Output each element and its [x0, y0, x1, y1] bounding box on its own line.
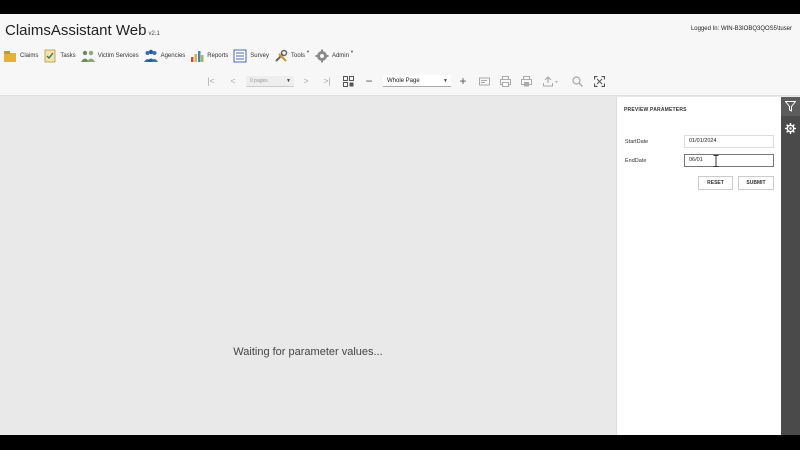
highlight-icon[interactable] [478, 75, 490, 87]
tools-icon [275, 49, 288, 62]
claims-icon [4, 51, 16, 62]
reports-icon [191, 51, 204, 62]
zoom-select-value: Whole Page [387, 78, 420, 84]
nav-victim-services[interactable]: Victim Services [80, 46, 139, 66]
chevron-down-icon: ▼ [306, 48, 310, 54]
agencies-icon [143, 49, 158, 62]
nav-survey[interactable]: Survey [233, 46, 269, 66]
fullscreen-icon[interactable] [593, 75, 605, 87]
filter-icon [785, 101, 796, 112]
report-viewer: Waiting for parameter values... [0, 97, 616, 435]
page-select[interactable]: 0 pages ▼ [246, 76, 294, 87]
nav-reports-label: Reports [207, 53, 229, 59]
nav-tools[interactable]: Tools ▼ [274, 46, 310, 66]
nav-reports[interactable]: Reports [190, 46, 228, 66]
nav-agencies-label: Agencies [160, 53, 186, 59]
chevron-down-icon: ▼ [443, 78, 448, 84]
header: ClaimsAssistant Web v2.1 Logged In: WIN-B… [0, 14, 800, 46]
end-date-label: EndDate [625, 158, 647, 164]
nav-claims[interactable]: Claims [3, 46, 38, 66]
first-page-icon[interactable]: |< [205, 75, 217, 87]
report-toolbar: |< < 0 pages ▼ > >| − Whole Page ▼ + [0, 66, 800, 96]
settings-button[interactable] [781, 119, 800, 138]
app-version: v2.1 [148, 31, 160, 37]
nav-admin[interactable]: Admin ▼ [315, 46, 354, 66]
prev-page-icon[interactable]: < [227, 75, 239, 87]
print-icon[interactable] [499, 75, 511, 87]
nav-survey-label: Survey [250, 53, 269, 59]
page-select-value: 0 pages [250, 78, 268, 84]
screen-bottom-bar [0, 435, 800, 450]
app-window: ClaimsAssistant Web v2.1 Logged In: WIN-B… [0, 14, 800, 435]
export-icon[interactable] [542, 75, 560, 87]
victim-services-icon [80, 50, 95, 62]
app-title-text: ClaimsAssistant Web [5, 22, 147, 39]
app-title: ClaimsAssistant Web v2.1 [5, 22, 160, 39]
side-rail [781, 97, 800, 435]
main-nav: Claims Tasks Victim Services Agencies Re… [0, 46, 800, 66]
parameters-panel: PREVIEW PARAMETERS StartDate 01/01/2024 … [616, 97, 781, 435]
end-date-input[interactable]: 06/01 [684, 154, 774, 167]
zoom-out-icon[interactable]: − [363, 74, 375, 88]
nav-tasks-label: Tasks [60, 53, 76, 59]
chevron-down-icon: ▼ [286, 78, 291, 84]
nav-victim-services-label: Victim Services [97, 53, 139, 59]
gear-icon [785, 123, 796, 134]
multipage-icon[interactable] [342, 75, 354, 87]
nav-tasks[interactable]: Tasks [43, 46, 76, 66]
last-page-icon[interactable]: >| [321, 75, 333, 87]
text-cursor-icon [713, 155, 719, 167]
admin-icon [315, 49, 329, 63]
zoom-select[interactable]: Whole Page ▼ [383, 75, 451, 87]
nav-agencies[interactable]: Agencies [143, 46, 186, 66]
tasks-icon [44, 49, 56, 63]
nav-claims-label: Claims [20, 53, 39, 59]
reset-button[interactable]: RESET [698, 176, 733, 190]
nav-admin-label: Admin [331, 53, 349, 59]
survey-icon [233, 49, 247, 63]
print-page-icon[interactable] [520, 75, 532, 87]
zoom-in-icon[interactable]: + [457, 74, 469, 88]
logged-in-user: Logged In: WIN-B3IOBQ3QOS5\tuser [690, 26, 792, 32]
start-date-label: StartDate [625, 139, 649, 145]
parameters-title: PREVIEW PARAMETERS [624, 107, 687, 113]
start-date-input[interactable]: 01/01/2024 [684, 135, 774, 148]
search-icon[interactable] [571, 75, 583, 87]
chevron-down-icon: ▼ [349, 48, 354, 54]
submit-button[interactable]: SUBMIT [738, 176, 774, 190]
waiting-message: Waiting for parameter values... [233, 346, 383, 358]
filter-button[interactable] [781, 97, 800, 116]
next-page-icon[interactable]: > [300, 75, 312, 87]
nav-tools-label: Tools [290, 53, 305, 59]
